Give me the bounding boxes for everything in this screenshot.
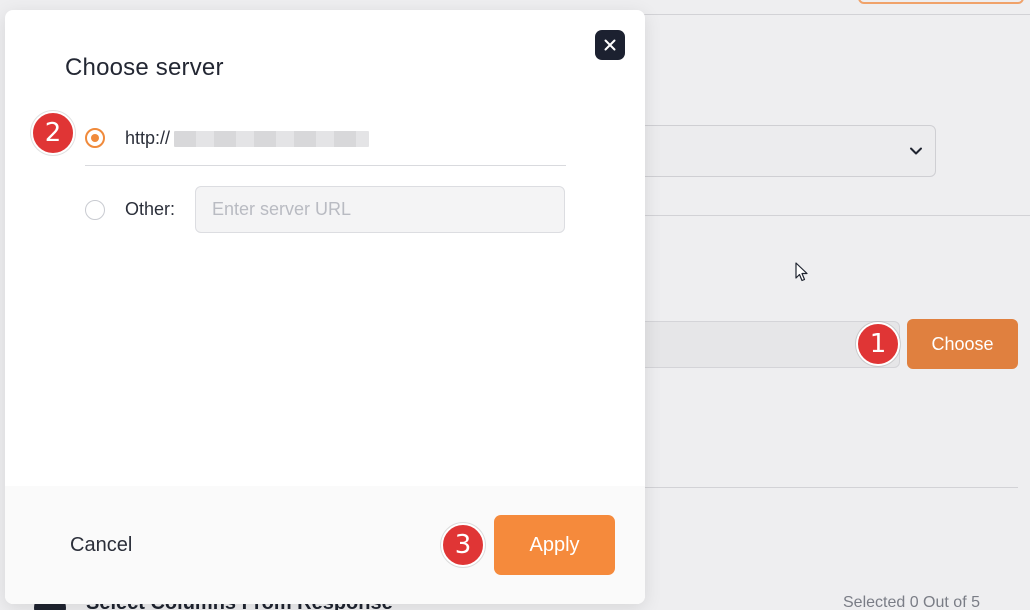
selected-count: Selected 0 Out of 5 — [843, 594, 980, 610]
other-option-label: Other: — [125, 199, 176, 219]
redacted-server-address — [174, 131, 369, 147]
step-badge-2: 2 — [31, 111, 75, 155]
divider — [640, 215, 1030, 216]
close-icon — [604, 39, 616, 51]
other-option-radio[interactable] — [85, 200, 105, 220]
option-divider — [85, 165, 566, 166]
close-button[interactable] — [595, 30, 625, 60]
step-badge-3: 3 — [441, 523, 485, 567]
dialog-title: Choose server — [65, 54, 224, 81]
choose-server-dialog: Choose server http:// Other: Cancel Appl… — [5, 10, 645, 604]
chevron-down-icon — [910, 147, 922, 155]
cancel-button[interactable]: Cancel — [70, 534, 132, 557]
top-outline-button[interactable] — [858, 0, 1024, 4]
divider — [640, 487, 1018, 488]
step-badge-1: 1 — [856, 322, 900, 366]
server-select[interactable] — [600, 125, 936, 177]
server-url-label: http:// — [125, 128, 171, 148]
apply-button[interactable]: Apply — [494, 515, 615, 575]
divider — [640, 14, 1030, 15]
server-option-radio[interactable] — [85, 128, 105, 148]
dialog-footer: Cancel Apply — [5, 486, 645, 604]
mouse-cursor-icon — [795, 262, 808, 282]
file-path-input[interactable] — [600, 321, 900, 368]
server-url-input[interactable] — [195, 186, 565, 233]
choose-button[interactable]: Choose — [907, 319, 1018, 369]
